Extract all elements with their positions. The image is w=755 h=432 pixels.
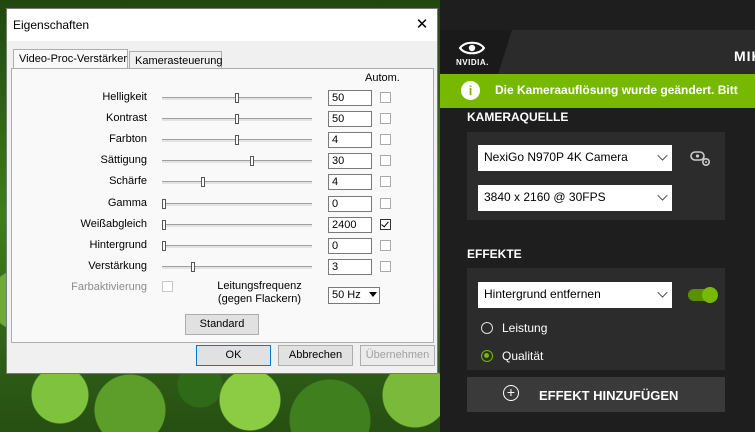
radio-performance[interactable] [481,322,493,334]
powerline-frequency-select[interactable]: 50 Hz [328,287,380,304]
property-value-field[interactable]: 4 [328,132,372,148]
property-label: Helligkeit [102,91,147,103]
chevron-down-icon [657,150,668,161]
radio-quality-label: Qualität [502,349,544,363]
property-auto-checkbox[interactable] [380,240,391,251]
property-slider-thumb[interactable] [162,199,166,209]
property-label: Gamma [107,197,147,209]
property-auto-checkbox[interactable] [380,176,391,187]
color-enable-label: Farbaktivierung [71,281,147,293]
property-auto-checkbox[interactable] [380,155,391,166]
tab-video-proc-amp[interactable]: Video-Proc-Verstärker [13,49,128,69]
camera-device-select[interactable]: NexiGo N970P 4K Camera [478,145,672,171]
notification-text: Die Kameraauflösung wurde geändert. Bitt [495,83,738,97]
dialog-title: Eigenschaften [13,18,90,32]
camera-resolution-select[interactable]: 3840 x 2160 @ 30FPS [478,185,672,211]
powerline-label-line2: (gegen Flackern) [217,293,302,305]
property-slider-thumb[interactable] [235,93,239,103]
powerline-frequency-value: 50 Hz [332,289,361,301]
property-slider-thumb[interactable] [235,114,239,124]
property-auto-checkbox[interactable] [380,92,391,103]
property-value-field[interactable]: 4 [328,174,372,190]
nvidia-logo-icon [458,41,486,55]
property-label: Kontrast [106,112,147,124]
app-title: MIKRO [734,48,755,64]
property-slider-track[interactable] [162,181,312,184]
property-value-field[interactable]: 2400 [328,217,372,233]
property-auto-checkbox[interactable] [380,261,391,272]
property-value-field[interactable]: 50 [328,90,372,106]
property-slider-track[interactable] [162,203,312,206]
camera-device-value: NexiGo N970P 4K Camera [484,150,628,164]
property-slider-track[interactable] [162,160,312,163]
camera-settings-icon[interactable] [690,150,712,168]
property-slider-thumb[interactable] [250,156,254,166]
property-label: Schärfe [109,175,147,187]
cancel-button[interactable]: Abbrechen [278,345,353,366]
property-slider-track[interactable] [162,245,312,248]
effect-select[interactable]: Hintergrund entfernen [478,282,672,308]
camera-source-heading: KAMERAQUELLE [467,110,569,124]
property-auto-checkbox[interactable] [380,134,391,145]
nvidia-broadcast-window: NVIDIA. MIKRO i Die Kameraauflösung wurd… [440,0,755,432]
property-auto-checkbox[interactable] [380,219,391,230]
chevron-down-icon [657,190,668,201]
properties-dialog: Eigenschaften ✕ Video-Proc-Verstärker Ka… [6,8,438,374]
chevron-down-icon [657,287,668,298]
effect-toggle[interactable] [688,287,718,303]
ok-button[interactable]: OK [196,345,271,366]
property-slider-thumb[interactable] [235,135,239,145]
property-slider-track[interactable] [162,266,312,269]
camera-resolution-value: 3840 x 2160 @ 30FPS [484,190,606,204]
property-auto-checkbox[interactable] [380,113,391,124]
powerline-label-line1: Leitungsfrequenz [217,280,302,292]
property-value-field[interactable]: 50 [328,111,372,127]
radio-quality[interactable] [481,350,493,362]
property-slider-track[interactable] [162,224,312,227]
property-label: Weißabgleich [80,218,147,230]
nvidia-logo-text: NVIDIA. [456,58,489,67]
property-label: Farbton [109,133,147,145]
tab-camera-control[interactable]: Kamerasteuerung [129,51,222,68]
effects-heading: EFFEKTE [467,247,522,261]
property-label: Hintergrund [89,239,147,251]
default-button[interactable]: Standard [185,314,259,335]
property-slider-thumb[interactable] [191,262,195,272]
property-slider-thumb[interactable] [162,220,166,230]
radio-performance-label: Leistung [502,321,548,335]
property-slider-thumb[interactable] [201,177,205,187]
auto-column-header: Autom. [365,72,400,84]
property-value-field[interactable]: 30 [328,153,372,169]
powerline-label: Leitungsfrequenz (gegen Flackern) [197,280,322,306]
property-value-field[interactable]: 0 [328,196,372,212]
effect-value: Hintergrund entfernen [484,287,601,301]
info-icon: i [461,81,480,100]
apply-button[interactable]: Übernehmen [360,345,435,366]
plus-circle-icon: + [503,385,519,401]
property-label: Sättigung [100,154,147,166]
property-slider-thumb[interactable] [162,241,166,251]
property-value-field[interactable]: 3 [328,259,372,275]
property-value-field[interactable]: 0 [328,238,372,254]
color-enable-checkbox[interactable] [162,281,173,292]
property-auto-checkbox[interactable] [380,198,391,209]
property-label: Verstärkung [88,260,147,272]
dropdown-arrow-icon [369,292,377,297]
close-icon[interactable]: ✕ [411,15,433,35]
add-effect-label: EFFEKT HINZUFÜGEN [539,388,679,403]
